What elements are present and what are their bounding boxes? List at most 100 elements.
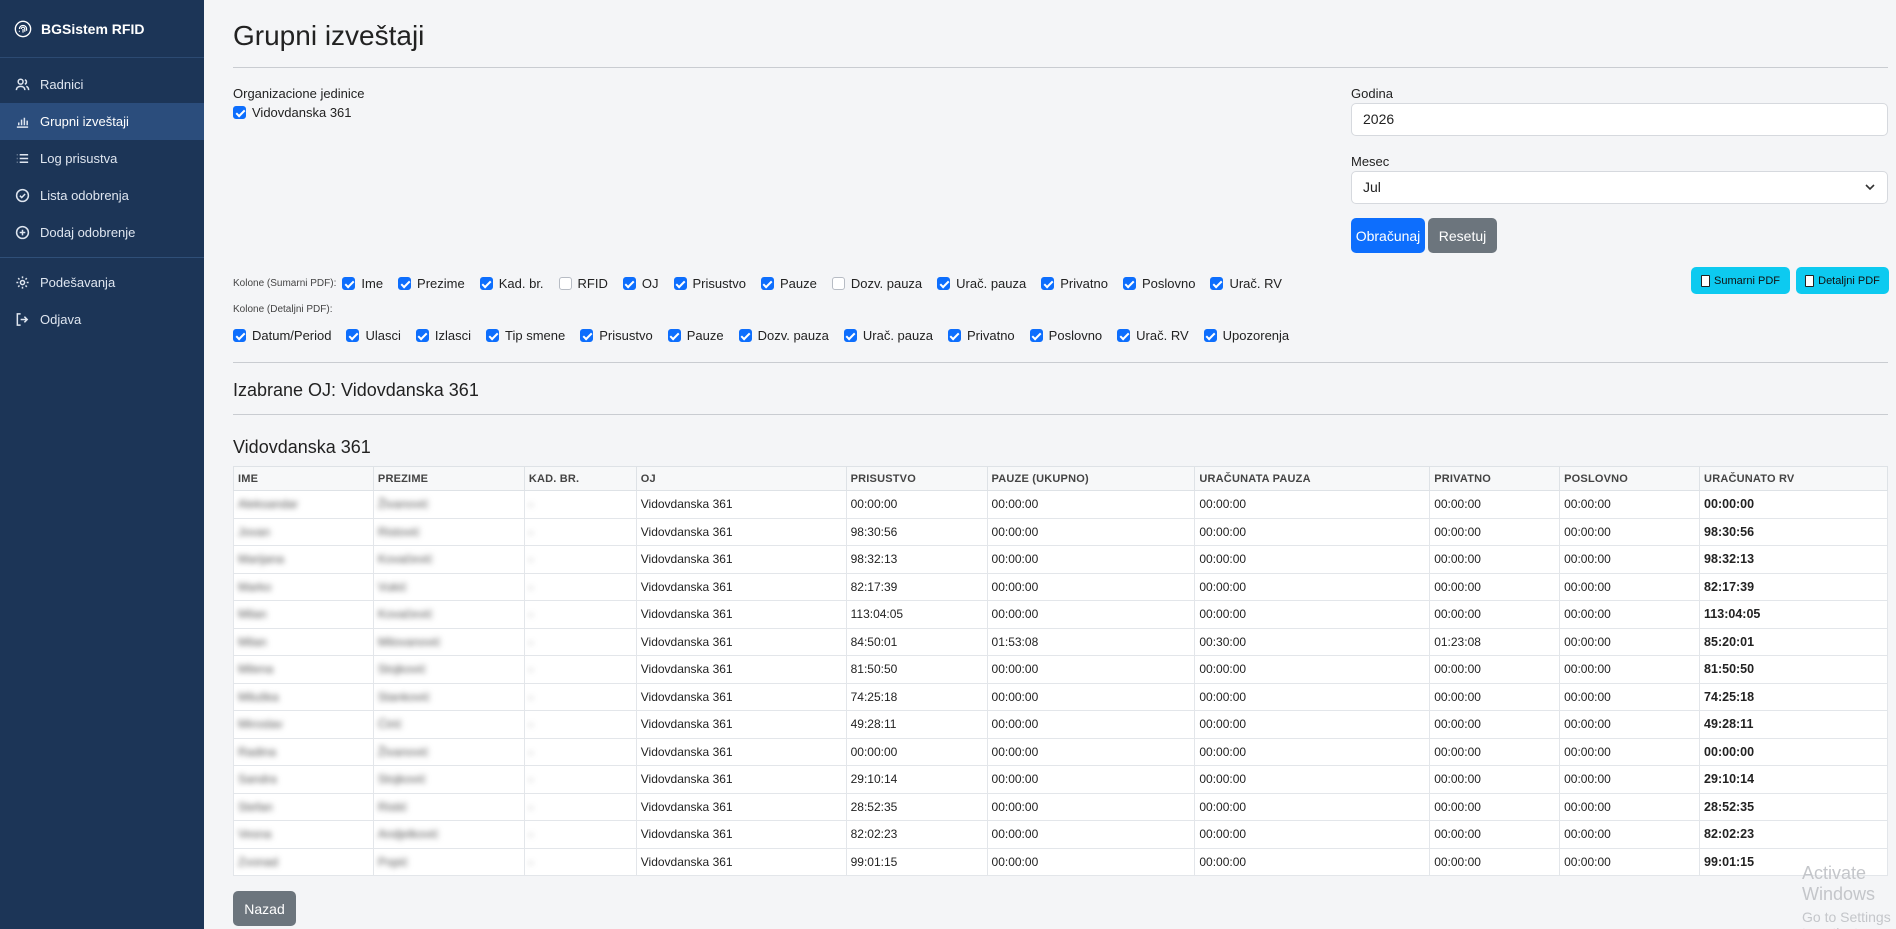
summary-option[interactable]: Urač. RV <box>1210 276 1282 291</box>
checkbox-box[interactable] <box>738 329 752 342</box>
checkbox-box[interactable] <box>1041 277 1055 290</box>
brand[interactable]: BGSistem RFID <box>0 0 204 58</box>
table-cell: 00:00:00 <box>986 847 1196 876</box>
table-row[interactable]: Marijana Kovačević - Vidovdanska 361 98:32:1… <box>233 545 1888 574</box>
summary-option[interactable]: OJ <box>622 276 659 291</box>
cell-text: 00:00:00 <box>991 524 1039 539</box>
table-cell: 00:00:00 <box>1194 517 1431 546</box>
reset-button[interactable]: Resetuj <box>1428 218 1497 253</box>
cell-text: - <box>528 744 533 759</box>
checkbox-box[interactable] <box>558 277 572 290</box>
checkbox-box[interactable] <box>1203 329 1217 342</box>
summary-option[interactable]: Poslovno <box>1122 276 1195 291</box>
cell-text: 00:00:00 <box>1434 827 1481 842</box>
table-row[interactable]: Zvonad Popić - Vidovdanska 361 99:01:15 00:00… <box>233 847 1888 876</box>
calculate-button[interactable]: Obračunaj <box>1351 218 1425 253</box>
table-cell: 81:50:50 <box>1699 655 1888 684</box>
cell-text: Stojković <box>377 662 426 677</box>
detail-option[interactable]: Tip smene <box>486 328 565 343</box>
sidebar-item-dodaj-odobrenje[interactable]: Dodaj odobrenje <box>0 214 204 251</box>
summary-option[interactable]: RFID <box>558 276 608 291</box>
checkbox-box[interactable] <box>398 277 412 290</box>
table-row[interactable]: Milan Kovačević - Vidovdanska 361 113:04:05 0… <box>233 600 1888 629</box>
table-cell: 00:00:00 <box>1559 847 1701 876</box>
table-row[interactable]: Radina Živanović - Vidovdanska 361 00:00:00 0… <box>233 737 1888 766</box>
detail-option[interactable]: Poslovno <box>1029 328 1102 343</box>
summary-option[interactable]: Ime <box>342 276 383 291</box>
checkbox-box[interactable] <box>1117 329 1131 342</box>
table-row[interactable]: Aleksandar Živanović - Vidovdanska 361 00:00… <box>233 490 1888 519</box>
table-row[interactable]: Miluška Stanković - Vidovdanska 361 74:25:18… <box>233 682 1888 711</box>
summary-option[interactable]: Pauze <box>760 276 817 291</box>
list-icon <box>16 154 29 163</box>
table-row[interactable]: Jovan Ristović - Vidovdanska 361 98:30:56 00:… <box>233 517 1888 546</box>
table-cell: 49:28:11 <box>1699 710 1888 739</box>
checkbox-box[interactable] <box>843 329 857 342</box>
checkbox-box[interactable] <box>760 277 774 290</box>
year-input[interactable]: 2026 <box>1351 103 1888 136</box>
checkbox-box[interactable] <box>342 277 356 290</box>
checkbox-box[interactable] <box>667 329 681 342</box>
table-cell: 00:00:00 <box>1429 490 1561 519</box>
detail-pdf-button[interactable]: Detaljni PDF <box>1796 267 1889 294</box>
sidebar-item-log-prisustva[interactable]: Log prisustva <box>0 140 204 177</box>
table-cell: Vidovdanska 361 <box>635 655 847 684</box>
detail-option[interactable]: Dozv. pauza <box>738 328 829 343</box>
checkbox-box[interactable] <box>622 277 636 290</box>
summary-option[interactable]: Urač. pauza <box>937 276 1026 291</box>
detail-option[interactable]: Pauze <box>667 328 724 343</box>
table-cell: 74:25:18 <box>845 682 988 711</box>
detail-option[interactable]: Urač. pauza <box>843 328 933 343</box>
detail-option[interactable]: Prisustvo <box>580 328 653 343</box>
table-row[interactable]: Marko Vukić - Vidovdanska 361 82:17:39 00:00:… <box>233 572 1888 601</box>
checkbox-box[interactable] <box>346 329 360 342</box>
checkbox-box[interactable] <box>415 329 429 342</box>
back-button[interactable]: Nazad <box>233 891 296 926</box>
cell-text: 00:00:00 <box>1564 689 1611 704</box>
table-cell: Milan <box>233 627 374 656</box>
detail-option[interactable]: Upozorenja <box>1203 328 1289 343</box>
sidebar-item-label: Log prisustva <box>40 151 118 166</box>
summary-option[interactable]: Prezime <box>398 276 465 291</box>
org-units-label: Organizacione jedinice <box>233 86 365 101</box>
table-cell: Vukić <box>372 572 525 601</box>
sidebar-item-odjava[interactable]: Odjava <box>0 301 204 338</box>
detail-option[interactable]: Datum/Period <box>233 328 331 343</box>
checkbox-box[interactable] <box>937 277 951 290</box>
detail-option[interactable]: Privatno <box>947 328 1015 343</box>
cell-text: 00:00:00 <box>1199 854 1247 869</box>
table-row[interactable]: Vesna Andjelković - Vidovdanska 361 82:02:23… <box>233 820 1888 849</box>
sidebar-item-grupni-izvestaji[interactable]: Grupni izveštaji <box>0 103 204 140</box>
detail-option[interactable]: Ulasci <box>346 328 401 343</box>
table-row[interactable]: Miroslav Ćirić - Vidovdanska 361 49:28:11 00:… <box>233 710 1888 739</box>
table-row[interactable]: Milan Milovanović - Vidovdanska 361 84:50:01… <box>233 627 1888 656</box>
org-unit-checkbox[interactable]: Vidovdanska 361 <box>233 105 352 120</box>
summary-option[interactable]: Kad. br. <box>479 276 544 291</box>
summary-pdf-button[interactable]: Sumarni PDF <box>1691 267 1790 294</box>
checkbox-box[interactable] <box>673 277 687 290</box>
sidebar-item-lista-odobrenja[interactable]: Lista odobrenja <box>0 177 204 214</box>
detail-option[interactable]: Izlasci <box>415 328 471 343</box>
checkbox-box[interactable] <box>1210 277 1224 290</box>
summary-option[interactable]: Prisustvo <box>673 276 746 291</box>
sidebar-item-radnici[interactable]: Radnici <box>0 66 204 103</box>
checkbox-box[interactable] <box>831 277 845 290</box>
summary-option[interactable]: Privatno <box>1041 276 1108 291</box>
month-select[interactable]: Jul <box>1351 171 1888 204</box>
checkbox-box[interactable] <box>479 277 493 290</box>
cell-text: 74:25:18 <box>850 689 898 704</box>
checkbox-box[interactable] <box>947 329 961 342</box>
checkbox-box[interactable] <box>233 106 246 119</box>
checkbox-box[interactable] <box>486 329 500 342</box>
cell-text: 00:00:00 <box>1434 552 1481 567</box>
checkbox-box[interactable] <box>580 329 594 342</box>
detail-option[interactable]: Urač. RV <box>1117 328 1189 343</box>
sidebar-item-podesavanja[interactable]: Podešavanja <box>0 264 204 301</box>
checkbox-box[interactable] <box>233 329 246 342</box>
table-row[interactable]: Milena Stojković - Vidovdanska 361 81:50:50 0… <box>233 655 1888 684</box>
summary-option[interactable]: Dozv. pauza <box>831 276 922 291</box>
table-row[interactable]: Sandra Stojković - Vidovdanska 361 29:10:14 0… <box>233 765 1888 794</box>
checkbox-box[interactable] <box>1122 277 1136 290</box>
table-row[interactable]: Stefan Ristić - Vidovdanska 361 28:52:35 00:0… <box>233 792 1888 821</box>
checkbox-box[interactable] <box>1029 329 1043 342</box>
